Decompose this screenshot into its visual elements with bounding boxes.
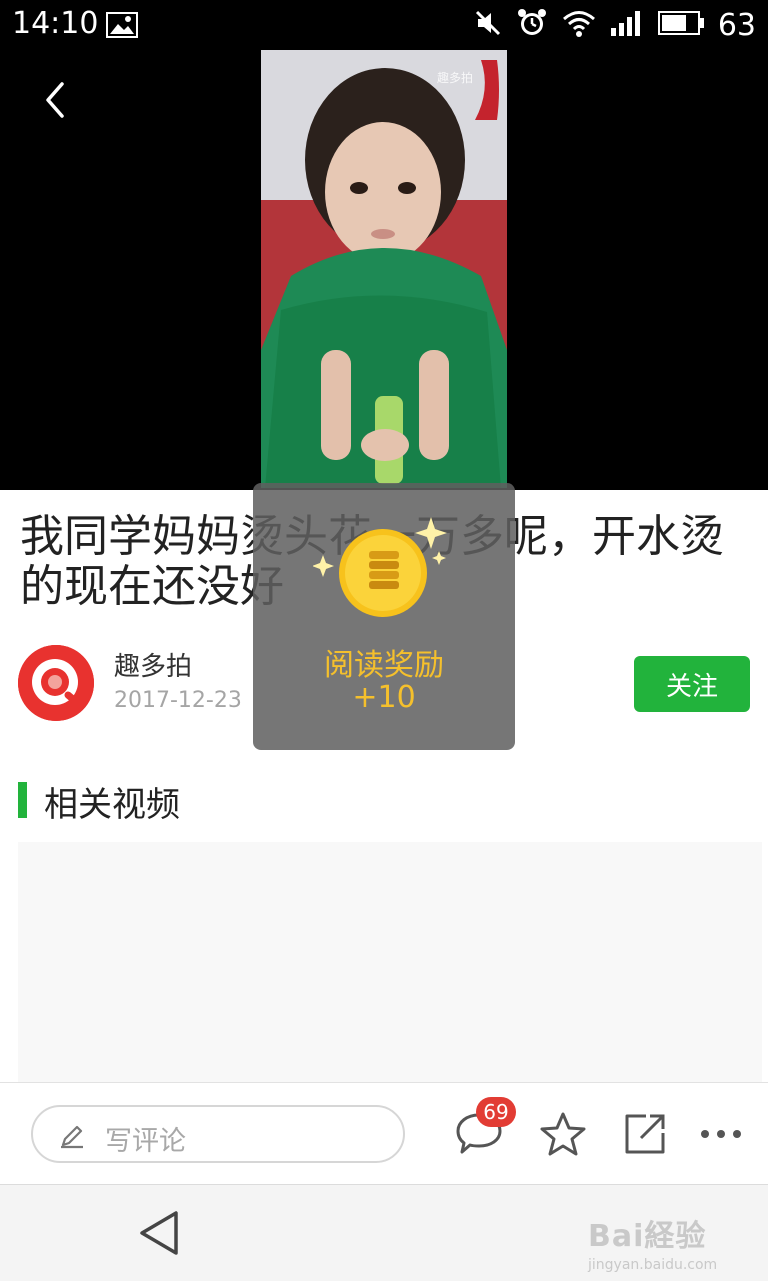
- comment-placeholder: 写评论: [105, 1126, 186, 1157]
- video-thumbnail: 趣多拍: [261, 50, 507, 488]
- publish-date: 2017-12-23: [114, 688, 242, 713]
- more-icon[interactable]: [696, 1109, 746, 1159]
- video-player[interactable]: 趣多拍: [0, 50, 768, 490]
- video-frame[interactable]: 趣多拍: [261, 50, 507, 488]
- status-time: 14:10: [12, 6, 99, 41]
- pencil-icon: [59, 1123, 85, 1153]
- back-arrow-icon[interactable]: [36, 80, 76, 120]
- battery-percentage: 63: [717, 7, 756, 43]
- reward-label: 阅读奖励: [324, 648, 444, 683]
- system-nav-bar: Bai経验 jingyan.baidu.com: [0, 1184, 768, 1281]
- bottom-action-bar: 写评论 69: [0, 1082, 768, 1185]
- related-videos-list[interactable]: [18, 842, 762, 1094]
- section-accent-bar: [18, 782, 27, 818]
- comment-count-badge: 69: [476, 1097, 516, 1127]
- star-icon[interactable]: [538, 1109, 588, 1159]
- alarm-icon: [516, 7, 548, 43]
- reward-value: +10: [352, 680, 416, 715]
- signal-icon: [610, 10, 644, 40]
- author-name[interactable]: 趣多拍: [114, 646, 192, 683]
- image-icon: [106, 12, 138, 42]
- wifi-icon: [562, 9, 596, 41]
- status-bar: 14:10 63: [0, 0, 768, 50]
- status-icons: 63: [474, 6, 756, 44]
- reward-popup: 阅读奖励 +10: [253, 483, 515, 750]
- section-title: 相关视频: [44, 785, 180, 825]
- mute-icon: [474, 9, 502, 41]
- baidu-jingyan-watermark: Bai経验 jingyan.baidu.com: [588, 1211, 758, 1273]
- avatar[interactable]: [18, 645, 94, 721]
- follow-button[interactable]: 关注: [634, 656, 750, 712]
- watermark-sub: jingyan.baidu.com: [588, 1257, 718, 1273]
- nav-back-icon[interactable]: [138, 1209, 182, 1261]
- comment-input[interactable]: 写评论: [31, 1105, 405, 1163]
- share-icon[interactable]: [620, 1109, 670, 1159]
- video-watermark: 趣多拍: [437, 70, 473, 85]
- battery-icon: [657, 11, 704, 39]
- gold-coin-icon: [312, 515, 453, 629]
- watermark-main: Bai経验: [588, 1219, 707, 1254]
